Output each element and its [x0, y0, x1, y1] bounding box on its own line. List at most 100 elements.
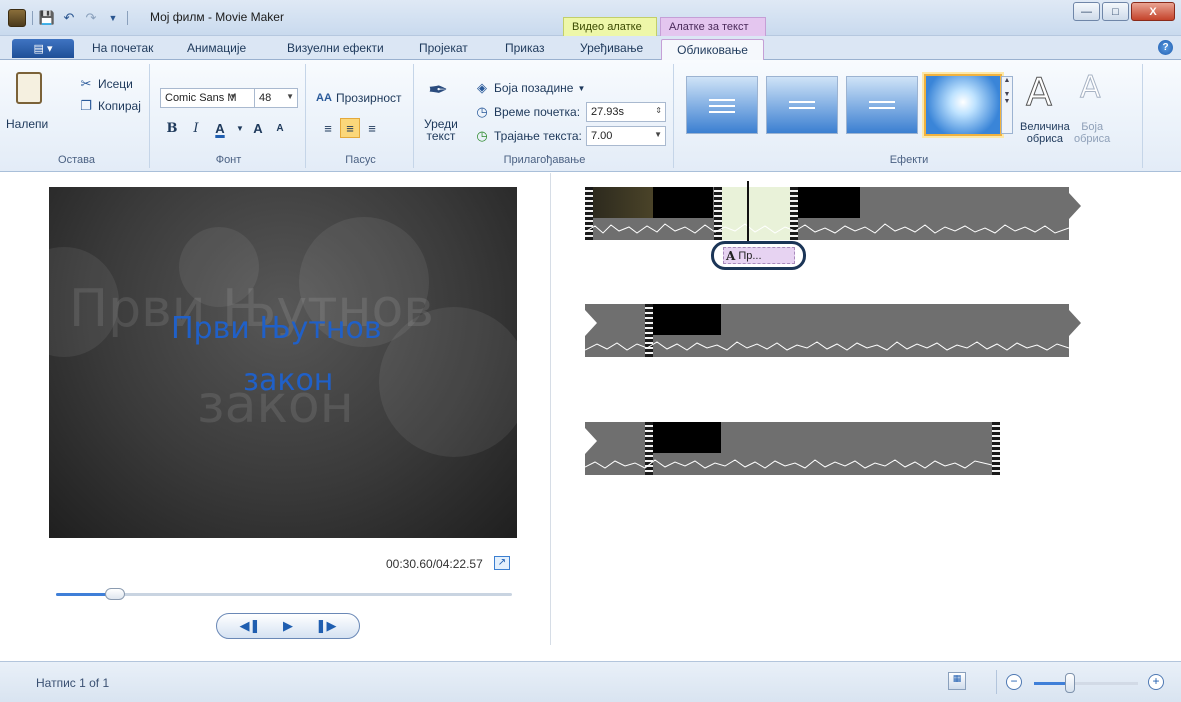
- effect-line: [789, 101, 815, 103]
- effect-line: [869, 107, 895, 109]
- align-right-button[interactable]: ≡: [362, 118, 382, 138]
- play-button[interactable]: ▶: [275, 616, 301, 636]
- copy-button[interactable]: ❐ Копирај: [78, 98, 141, 114]
- paste-button[interactable]: Налепи: [6, 117, 48, 131]
- edit-text-button[interactable]: Уреди текст: [424, 118, 458, 142]
- ribbon-tabs: ▤ ▾ На почетак Анимације Визуелни ефекти…: [0, 36, 1181, 61]
- clip-row-2[interactable]: [585, 304, 1069, 357]
- font-size-select[interactable]: 48 ▼: [254, 88, 298, 108]
- effect-glow-selected[interactable]: [924, 74, 1002, 136]
- clip-row-1[interactable]: [585, 187, 1069, 240]
- italic-button[interactable]: I: [186, 118, 206, 138]
- zoom-slider[interactable]: [1034, 682, 1138, 685]
- effect-zoom-in[interactable]: [766, 76, 838, 134]
- shrink-font-button[interactable]: A: [270, 118, 290, 138]
- transparency-label: Прозирност: [336, 91, 402, 105]
- tab-visual-effects[interactable]: Визуелни ефекти: [287, 41, 384, 55]
- transparency-button[interactable]: AA Прозирност: [316, 90, 402, 106]
- duration-row: ◷ Трајање текста:: [474, 128, 582, 144]
- align-left-button[interactable]: ≡: [318, 118, 338, 138]
- spinner-icon: ⇕: [655, 106, 662, 115]
- duration-label: Трајање текста:: [494, 129, 582, 143]
- background-color-icon: ◈: [477, 80, 487, 95]
- text-icon: A: [726, 248, 736, 263]
- bold-button[interactable]: B: [162, 118, 182, 138]
- audio-waveform: [585, 223, 1069, 234]
- maximize-button[interactable]: □: [1102, 2, 1129, 21]
- tab-edit[interactable]: Уређивање: [580, 41, 643, 55]
- redo-icon[interactable]: ↷: [83, 10, 99, 26]
- tab-animations[interactable]: Анимације: [187, 41, 246, 55]
- caption-chip[interactable]: A Пр...: [711, 241, 806, 270]
- pane-divider[interactable]: [550, 173, 551, 645]
- outline-size-icon[interactable]: A: [1026, 70, 1053, 115]
- outline-color-icon[interactable]: A: [1080, 70, 1102, 106]
- window-title: Мој филм - Movie Maker: [150, 10, 284, 24]
- effect-line: [709, 111, 735, 113]
- group-label-effects: Ефекти: [889, 154, 929, 166]
- group-clipboard: Налепи ✂ Исеци ❐ Копирај Остава: [4, 64, 150, 168]
- paste-icon[interactable]: [16, 72, 42, 104]
- effect-scroll[interactable]: [686, 76, 758, 134]
- save-icon[interactable]: 💾: [39, 10, 55, 26]
- outline-size-button[interactable]: Величина обриса: [1020, 121, 1070, 145]
- window-controls: — □ X: [1073, 2, 1175, 21]
- tab-view[interactable]: Приказ: [505, 41, 545, 55]
- minimize-button[interactable]: —: [1073, 2, 1100, 21]
- grow-font-button[interactable]: A: [248, 118, 268, 138]
- next-frame-button[interactable]: ❚▶: [313, 616, 339, 636]
- help-icon[interactable]: ?: [1158, 40, 1173, 55]
- group-label-clipboard: Остава: [58, 154, 95, 166]
- seek-thumb[interactable]: [105, 588, 126, 600]
- app-icon[interactable]: [8, 9, 26, 27]
- duration-value: 7.00: [591, 130, 613, 142]
- effect-line: [869, 101, 895, 103]
- context-tab-text-tools: Алатке за текст: [660, 17, 766, 36]
- qat-dropdown-icon[interactable]: ▼: [105, 10, 121, 26]
- group-adjust: ✒ Уреди текст ◈ Боја позадине ▼ ◷ Време поче…: [416, 64, 674, 168]
- zoom-out-icon[interactable]: −: [1006, 674, 1022, 690]
- close-button[interactable]: X: [1131, 2, 1175, 21]
- chevron-down-icon: ▼: [577, 83, 586, 93]
- clip-thumbnail: [593, 187, 653, 218]
- effects-gallery-scroll[interactable]: ▲ ▼ ▼: [1001, 76, 1013, 134]
- duration-select[interactable]: 7.00 ▼: [586, 126, 666, 146]
- start-time-value: 27.93s: [591, 106, 625, 118]
- tab-project[interactable]: Пројекат: [419, 41, 468, 55]
- chevron-down-icon[interactable]: ▼: [230, 118, 250, 138]
- previous-frame-button[interactable]: ◀❚: [237, 616, 263, 636]
- file-menu-button[interactable]: ▤ ▾: [12, 39, 74, 58]
- font-color-button[interactable]: A: [210, 118, 230, 138]
- cut-button[interactable]: ✂ Исеци: [78, 76, 133, 92]
- expand-icon[interactable]: ↗: [494, 556, 510, 570]
- clip-thumbnail: [653, 304, 721, 335]
- duration-icon: ◷: [476, 128, 488, 143]
- outline-color-button[interactable]: Боја обриса: [1074, 121, 1110, 145]
- zoom-thumb[interactable]: [1065, 673, 1076, 693]
- undo-icon[interactable]: ↶: [61, 10, 77, 26]
- outline-color-line1: Боја: [1081, 121, 1104, 133]
- chevron-down-icon: ▼: [286, 92, 294, 101]
- edit-text-icon[interactable]: ✒: [428, 78, 454, 104]
- status-separator: [996, 670, 997, 694]
- background-color-button[interactable]: ◈ Боја позадине ▼: [474, 80, 585, 96]
- effect-zoom-out[interactable]: [846, 76, 918, 134]
- start-time-input[interactable]: 27.93s ⇕: [586, 102, 666, 122]
- ribbon: Налепи ✂ Исеци ❐ Копирај Остава Comic Sans…: [0, 60, 1181, 172]
- storyboard-icon[interactable]: ▦: [948, 672, 966, 690]
- caption-line1: Први Њутнов: [171, 311, 382, 346]
- copy-icon: ❐: [80, 98, 92, 113]
- status-bar: Натпис 1 of 1 ▦ − +: [0, 661, 1181, 702]
- zoom-in-icon[interactable]: +: [1148, 674, 1164, 690]
- font-family-select[interactable]: Comic Sans M ▼: [160, 88, 256, 108]
- video-preview[interactable]: Први Њутнов закон Први Њутнов закон: [49, 187, 517, 538]
- align-center-button[interactable]: ≡: [340, 118, 360, 138]
- title-bar: 💾 ↶ ↷ ▼ Мој филм - Movie Maker Видео ала…: [0, 0, 1181, 36]
- font-size-value: 48: [259, 92, 272, 104]
- outline-color-line2: обриса: [1074, 133, 1111, 145]
- effect-line: [709, 99, 735, 101]
- tab-format[interactable]: Обликовање: [661, 39, 764, 61]
- caption-chip-label: A Пр...: [723, 247, 795, 264]
- tab-home[interactable]: На почетак: [92, 41, 153, 55]
- clip-row-3[interactable]: [585, 422, 1000, 475]
